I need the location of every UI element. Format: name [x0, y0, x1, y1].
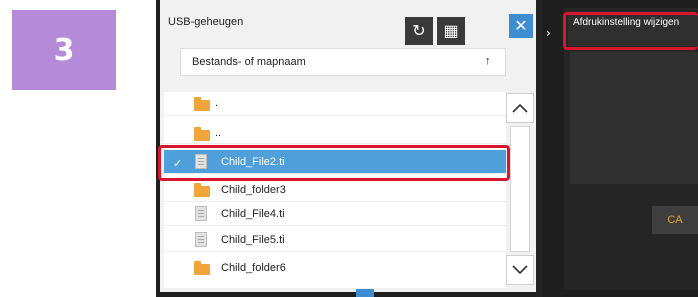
- close-icon: ✕: [514, 18, 528, 35]
- list-item-label: ..: [215, 127, 222, 139]
- list-item-label: .: [215, 97, 219, 109]
- folder-icon: [194, 127, 210, 141]
- selection-highlight-frame: [158, 145, 510, 181]
- refresh-button[interactable]: ↻: [405, 17, 433, 45]
- scroll-track[interactable]: [510, 126, 530, 252]
- chevron-right-icon[interactable]: ›: [546, 26, 551, 40]
- sort-label: Bestands- of mapnaam: [192, 56, 306, 68]
- panel-divider: [536, 0, 542, 297]
- list-item[interactable]: Child_folder6: [164, 256, 506, 280]
- button-highlight-frame: [563, 12, 698, 50]
- scroll-up-button[interactable]: [506, 93, 534, 123]
- grid-icon: ▦: [443, 23, 459, 40]
- panel-title: USB-geheugen: [168, 16, 244, 28]
- bottom-tab-indicator: [356, 289, 374, 297]
- list-item[interactable]: Child_folder3: [164, 178, 506, 202]
- refresh-icon: ↻: [412, 23, 426, 40]
- action-panel-area: [570, 52, 698, 184]
- close-button[interactable]: ✕: [509, 14, 533, 38]
- list-item-label: Child_folder6: [221, 262, 286, 274]
- folder-icon: [194, 183, 210, 197]
- list-item-parent-up[interactable]: ..: [164, 120, 506, 144]
- sort-direction-icon: ↑: [485, 55, 491, 67]
- list-item-label: Child_folder3: [221, 184, 286, 196]
- folder-icon: [194, 261, 210, 275]
- list-item[interactable]: Child_File4.ti: [164, 202, 506, 226]
- chevron-down-icon: [512, 265, 528, 275]
- chevron-up-icon: [512, 103, 528, 113]
- clear-all-button[interactable]: CA: [652, 206, 698, 234]
- folder-icon: [194, 97, 210, 111]
- list-item[interactable]: Child_File5.ti: [164, 228, 506, 252]
- file-icon: [195, 206, 207, 221]
- list-item-parent[interactable]: .: [164, 92, 506, 116]
- list-item-label: Child_File4.ti: [221, 208, 285, 220]
- scroll-down-button[interactable]: [506, 255, 534, 285]
- grid-view-button[interactable]: ▦: [437, 17, 465, 45]
- file-icon: [195, 232, 207, 247]
- step-number-badge: 3: [12, 10, 116, 90]
- list-item-label: Child_File5.ti: [221, 234, 285, 246]
